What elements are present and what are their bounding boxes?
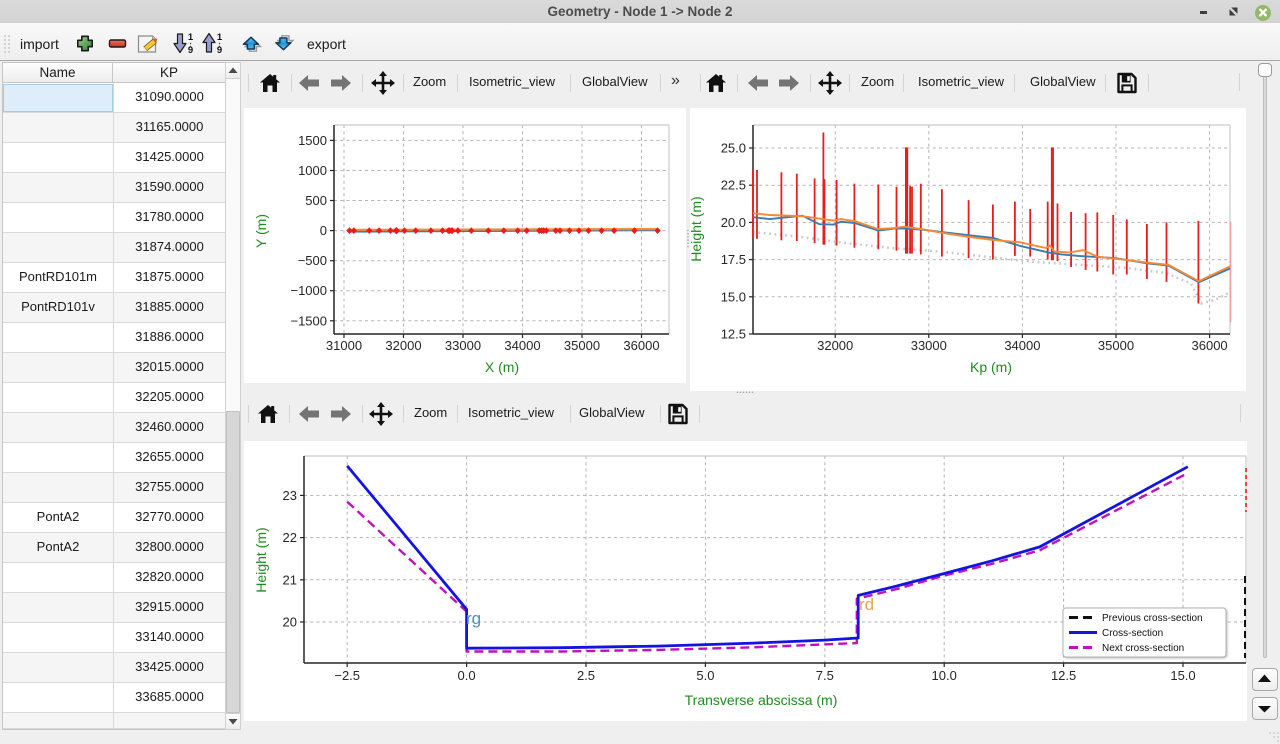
svg-text:1: 1 <box>188 32 194 43</box>
svg-text:1: 1 <box>217 32 223 43</box>
